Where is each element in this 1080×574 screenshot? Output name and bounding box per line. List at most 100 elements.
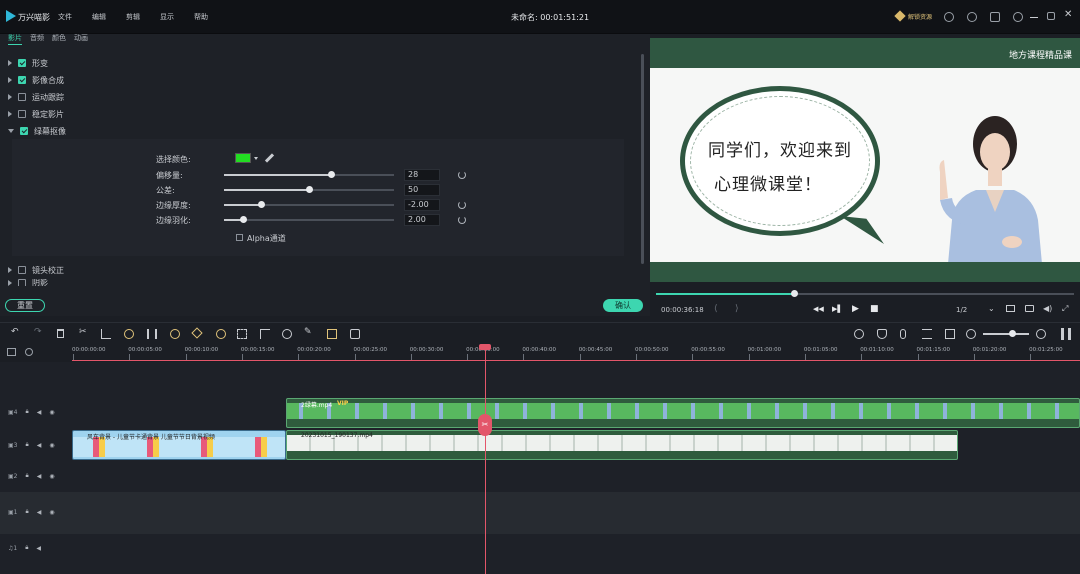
speaker-icon[interactable]: ◀ <box>37 509 42 516</box>
section-compositing[interactable]: 影像合成 <box>8 74 64 86</box>
tab-color[interactable]: 颜色 <box>52 33 66 43</box>
zoom-slider[interactable] <box>983 330 1029 337</box>
microphone-icon[interactable] <box>900 329 906 339</box>
filter-icon[interactable] <box>327 329 337 339</box>
lock-icon[interactable]: 🔒︎ <box>26 508 29 516</box>
section-transform[interactable]: 形变 <box>8 57 48 69</box>
zoom-in-icon[interactable] <box>1036 329 1046 339</box>
eye-icon[interactable]: ◉ <box>49 442 54 449</box>
mark-out-icon[interactable]: ⟩ <box>735 304 739 314</box>
ok-button[interactable]: 确认 <box>603 299 643 312</box>
render-icon[interactable] <box>854 329 864 339</box>
speedometer-icon[interactable] <box>282 329 292 339</box>
undo-icon[interactable]: ↶ <box>11 327 21 337</box>
tolerance-slider[interactable] <box>224 186 394 193</box>
layout-icon[interactable] <box>1061 328 1071 340</box>
split-scissors-icon[interactable]: ✂ <box>478 414 492 436</box>
checkbox-compositing[interactable] <box>18 76 26 84</box>
zoom-out-icon[interactable] <box>966 329 976 339</box>
link-icon[interactable] <box>25 348 33 356</box>
eye-icon[interactable]: ◉ <box>49 509 54 516</box>
unlock-resources-link[interactable]: 解锁资源 <box>908 12 932 21</box>
reset-button[interactable]: 重置 <box>5 299 45 312</box>
menu-view[interactable]: 显示 <box>160 12 174 22</box>
playback-progress-track[interactable] <box>656 290 1074 297</box>
checkbox-stabilization[interactable] <box>18 110 26 118</box>
lock-icon[interactable]: 🔒︎ <box>26 472 29 480</box>
edge-thickness-value[interactable]: -2.00 <box>404 199 440 211</box>
menu-file[interactable]: 文件 <box>58 12 72 22</box>
reset-icon[interactable] <box>458 171 466 179</box>
section-stabilization[interactable]: 稳定影片 <box>8 108 64 120</box>
section-shadow[interactable]: 阴影 <box>8 279 48 286</box>
checkbox-chroma-key[interactable] <box>20 127 28 135</box>
checkbox-lens-correction[interactable] <box>18 266 26 274</box>
shield-icon[interactable] <box>877 329 887 339</box>
playhead-handle[interactable] <box>479 344 491 350</box>
keyframe-icon[interactable] <box>191 327 203 339</box>
eye-icon[interactable]: ◉ <box>49 473 54 480</box>
offset-value[interactable]: 28 <box>404 169 440 181</box>
tab-animation[interactable]: 动画 <box>74 33 88 43</box>
speaker-icon[interactable]: ◀ <box>36 545 41 552</box>
previous-frame-icon[interactable]: ◀◀ <box>813 305 824 313</box>
color-match-icon[interactable] <box>170 329 180 339</box>
message-icon[interactable] <box>967 12 977 22</box>
audio-icon[interactable] <box>147 329 157 339</box>
play-icon[interactable]: ▶ <box>852 304 859 314</box>
caret-down-icon[interactable] <box>254 157 258 160</box>
offset-slider[interactable] <box>224 171 394 178</box>
reset-icon[interactable] <box>458 216 466 224</box>
lock-icon[interactable]: 🔒︎ <box>26 441 29 449</box>
reset-icon[interactable] <box>458 201 466 209</box>
download-icon[interactable] <box>990 12 1000 22</box>
quality-select[interactable]: 1/2 <box>956 306 967 314</box>
mark-in-icon[interactable]: ⟨ <box>714 304 718 314</box>
checkbox-shadow[interactable] <box>18 279 26 286</box>
volume-icon[interactable]: ◀) <box>1043 304 1052 313</box>
clip-windmill-background[interactable]: 风车背景 - 儿童节卡通背景 儿童节节日背景视频 <box>72 430 286 460</box>
menu-help[interactable]: 帮助 <box>194 12 208 22</box>
menu-clip[interactable]: 剪辑 <box>126 12 140 22</box>
color-swatch[interactable] <box>235 153 251 163</box>
checkbox-transform[interactable] <box>18 59 26 67</box>
voiceover-icon[interactable] <box>922 329 932 339</box>
zoom-slider-knob[interactable] <box>1009 330 1016 337</box>
mask-icon[interactable] <box>216 329 226 339</box>
snap-icon[interactable] <box>945 329 955 339</box>
speed-icon[interactable] <box>124 329 134 339</box>
edge-feather-value[interactable]: 2.00 <box>404 214 440 226</box>
speaker-icon[interactable]: ◀ <box>37 473 42 480</box>
snapshot-icon[interactable] <box>1025 305 1034 312</box>
playback-progress-knob[interactable] <box>790 290 798 297</box>
clip-green-screen[interactable]: 2绿幕.mp4 VIP <box>286 398 1080 428</box>
fit-icon[interactable] <box>237 329 247 339</box>
section-motion-tracking[interactable]: 运动跟踪 <box>8 91 64 103</box>
edge-feather-slider[interactable] <box>224 216 394 223</box>
edge-thickness-slider[interactable] <box>224 201 394 208</box>
fullscreen-icon[interactable]: ⤢ <box>1062 304 1068 314</box>
clip-slide-video[interactable]: 20231015_190137.mp4 <box>286 430 958 460</box>
checkbox-motion-tracking[interactable] <box>18 93 26 101</box>
lock-icon[interactable]: 🔒︎ <box>25 544 28 552</box>
refresh-icon[interactable] <box>1013 12 1023 22</box>
stop-icon[interactable]: ■ <box>870 304 879 314</box>
tolerance-value[interactable]: 50 <box>404 184 440 196</box>
timeline-ruler[interactable]: 00:00:00:00 00:00:05:00 00:00:10:00 00:00:1… <box>0 344 1080 362</box>
tab-video[interactable]: 影片 <box>8 33 22 43</box>
menu-edit[interactable]: 编辑 <box>92 12 106 22</box>
slider-knob[interactable] <box>306 186 313 193</box>
minimize-icon[interactable] <box>1030 17 1038 18</box>
crop-icon[interactable] <box>101 329 111 339</box>
crop-tool-icon[interactable] <box>260 329 270 339</box>
section-lens-correction[interactable]: 镜头校正 <box>8 264 64 276</box>
panel-scrollbar[interactable] <box>641 54 644 264</box>
eye-icon[interactable]: ◉ <box>49 409 54 416</box>
cut-icon[interactable]: ✂ <box>79 327 89 337</box>
next-frame-icon[interactable]: ▶▌ <box>832 305 843 313</box>
add-track-icon[interactable] <box>7 348 16 356</box>
delete-icon[interactable] <box>57 329 64 338</box>
lock-icon[interactable]: 🔒︎ <box>26 408 29 416</box>
monitor-icon[interactable] <box>1006 305 1015 312</box>
close-icon[interactable]: ✕ <box>1064 10 1074 20</box>
